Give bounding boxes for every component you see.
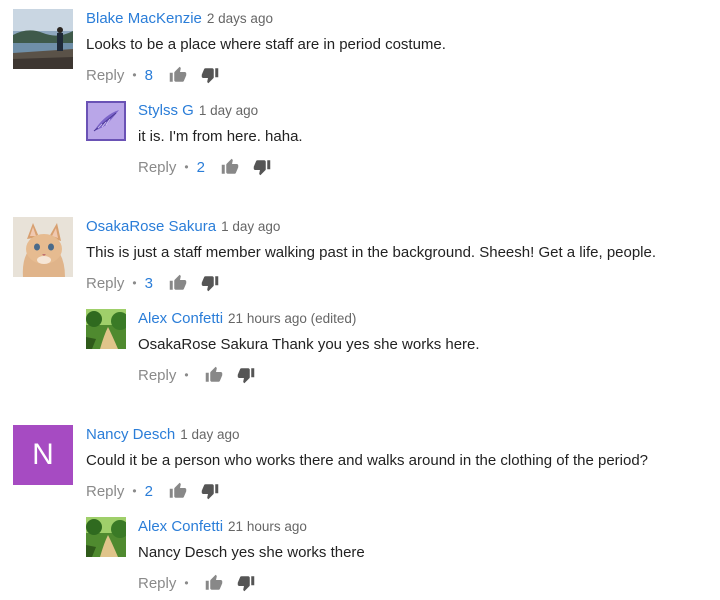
comment-text: Nancy Desch yes she works there bbox=[138, 544, 365, 561]
thumbs-down-icon[interactable] bbox=[201, 66, 219, 84]
comment-actions: Reply • 8 bbox=[86, 64, 446, 86]
reply-button[interactable]: Reply bbox=[86, 483, 124, 500]
separator-dot: • bbox=[132, 484, 137, 498]
like-count: 2 bbox=[144, 482, 153, 500]
thumbs-up-icon[interactable] bbox=[169, 66, 187, 84]
comment-body: Alex Confetti 21 hours ago (edited) Osaka… bbox=[138, 309, 480, 386]
reply-button[interactable]: Reply bbox=[138, 367, 176, 384]
comment-actions: Reply • 3 bbox=[86, 272, 656, 294]
comment: N Nancy Desch 1 day ago Could it be a per… bbox=[13, 425, 713, 505]
reply-button[interactable]: Reply bbox=[138, 159, 176, 176]
comment-text: This is just a staff member walking past… bbox=[86, 244, 657, 261]
avatar[interactable] bbox=[86, 309, 126, 349]
comment-text: OsakaRose Sakura Thank you yes she works… bbox=[138, 336, 480, 353]
thumbs-up-icon[interactable] bbox=[221, 158, 239, 176]
comment-text: it is. I'm from here. haha. bbox=[138, 128, 303, 145]
thumbs-down-icon[interactable] bbox=[253, 158, 271, 176]
author-name[interactable]: Blake MacKenzie bbox=[86, 10, 202, 27]
reply-button[interactable]: Reply bbox=[86, 275, 124, 292]
author-name[interactable]: OsakaRose Sakura bbox=[86, 218, 216, 235]
thumbs-down-icon[interactable] bbox=[237, 366, 255, 384]
comment: OsakaRose Sakura 1 day ago This is just a… bbox=[13, 217, 713, 297]
reply-comment: Stylss G 1 day ago it is. I'm from here. … bbox=[86, 101, 706, 181]
thumbs-down-icon[interactable] bbox=[237, 574, 255, 592]
separator-dot: • bbox=[184, 368, 189, 382]
reply-button[interactable]: Reply bbox=[138, 575, 176, 592]
comment-body: Alex Confetti 21 hours ago Nancy Desch ye… bbox=[138, 517, 365, 594]
author-name[interactable]: Nancy Desch bbox=[86, 426, 175, 443]
thumbs-up-icon[interactable] bbox=[205, 366, 223, 384]
author-name[interactable]: Alex Confetti bbox=[138, 518, 223, 535]
comment-text: Could it be a person who works there and… bbox=[86, 452, 649, 469]
reply-comment: Alex Confetti 21 hours ago Nancy Desch ye… bbox=[86, 517, 706, 597]
comment-body: OsakaRose Sakura 1 day ago This is just a… bbox=[86, 217, 656, 294]
timestamp[interactable]: 1 day ago bbox=[221, 219, 280, 234]
timestamp[interactable]: 1 day ago bbox=[199, 103, 258, 118]
comment-actions: Reply • 2 bbox=[86, 480, 648, 502]
thumbs-down-icon[interactable] bbox=[201, 482, 219, 500]
avatar[interactable] bbox=[86, 517, 126, 557]
timestamp[interactable]: 21 hours ago bbox=[228, 519, 307, 534]
separator-dot: • bbox=[132, 68, 137, 82]
separator-dot: • bbox=[132, 276, 137, 290]
thumbs-up-icon[interactable] bbox=[205, 574, 223, 592]
avatar[interactable] bbox=[86, 101, 126, 141]
reply-button[interactable]: Reply bbox=[86, 67, 124, 84]
separator-dot: • bbox=[184, 576, 189, 590]
comment-text: Looks to be a place where staff are in p… bbox=[86, 36, 446, 53]
thumbs-up-icon[interactable] bbox=[169, 482, 187, 500]
comment-actions: Reply • bbox=[138, 364, 480, 386]
comment-actions: Reply • 2 bbox=[138, 156, 303, 178]
timestamp[interactable]: 1 day ago bbox=[180, 427, 239, 442]
comment-body: Nancy Desch 1 day ago Could it be a perso… bbox=[86, 425, 648, 502]
like-count: 3 bbox=[144, 274, 153, 292]
like-count: 8 bbox=[144, 66, 153, 84]
comment-body: Blake MacKenzie 2 days ago Looks to be a … bbox=[86, 9, 446, 86]
comment-actions: Reply • bbox=[138, 572, 365, 594]
thumbs-down-icon[interactable] bbox=[201, 274, 219, 292]
reply-comment: Alex Confetti 21 hours ago (edited) Osaka… bbox=[86, 309, 706, 389]
comment-body: Stylss G 1 day ago it is. I'm from here. … bbox=[138, 101, 303, 178]
author-name[interactable]: Stylss G bbox=[138, 102, 194, 119]
timestamp[interactable]: 2 days ago bbox=[207, 11, 273, 26]
thumbs-up-icon[interactable] bbox=[169, 274, 187, 292]
timestamp[interactable]: 21 hours ago (edited) bbox=[228, 311, 356, 326]
separator-dot: • bbox=[184, 160, 189, 174]
avatar[interactable] bbox=[13, 217, 73, 277]
avatar[interactable] bbox=[13, 9, 73, 69]
avatar[interactable]: N bbox=[13, 425, 73, 485]
author-name[interactable]: Alex Confetti bbox=[138, 310, 223, 327]
comment: Blake MacKenzie 2 days ago Looks to be a … bbox=[13, 9, 713, 89]
like-count: 2 bbox=[196, 158, 205, 176]
